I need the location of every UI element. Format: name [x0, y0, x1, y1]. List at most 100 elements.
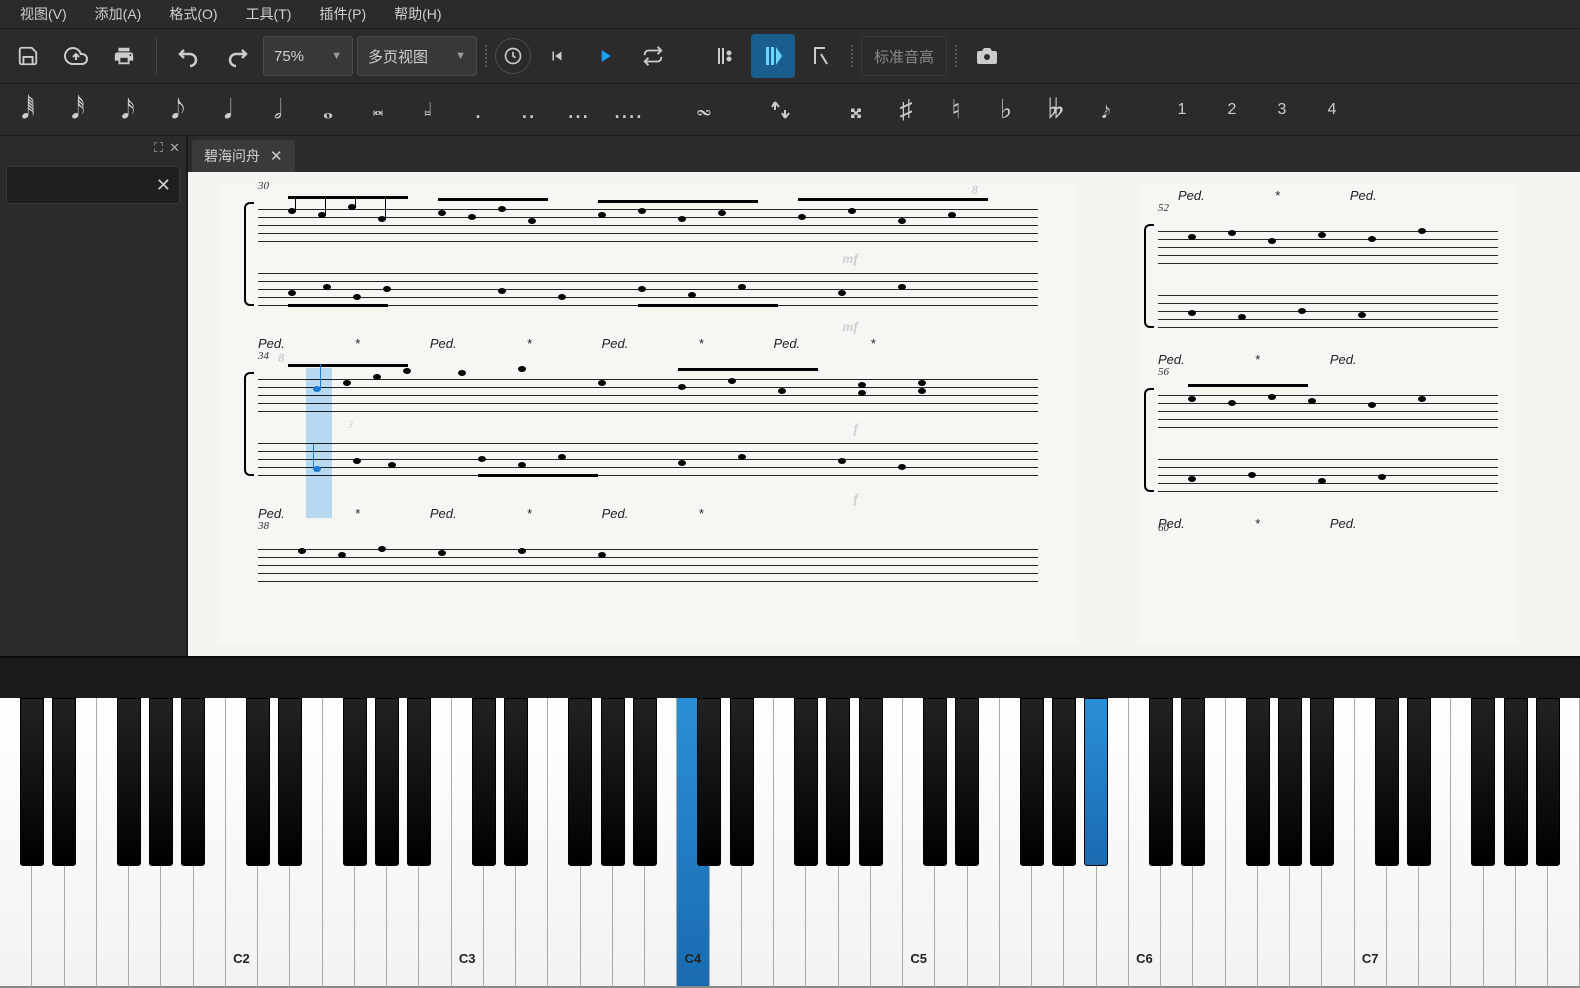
print-button[interactable]: [102, 34, 146, 78]
dynamic-mark: f: [853, 492, 858, 508]
piano-black-key[interactable]: [1536, 698, 1560, 866]
tuplet-number: 3: [348, 420, 353, 431]
view-mode-select[interactable]: 多页视图 ▼: [357, 36, 477, 76]
menu-add[interactable]: 添加(A): [81, 0, 156, 28]
piano-black-key[interactable]: [826, 698, 850, 866]
menu-bar: 视图(V) 添加(A) 格式(O) 工具(T) 插件(P) 帮助(H): [0, 0, 1580, 28]
piano-black-key[interactable]: [601, 698, 625, 866]
dot-1[interactable]: .: [456, 88, 500, 132]
piano-black-key[interactable]: [1375, 698, 1399, 866]
piano-black-key[interactable]: [1278, 698, 1302, 866]
voice-3[interactable]: 3: [1260, 88, 1304, 132]
dot-2[interactable]: ..: [506, 88, 550, 132]
piano-key-label: C3: [459, 951, 476, 966]
zoom-select[interactable]: 75% ▼: [263, 36, 353, 76]
menu-tools[interactable]: 工具(T): [232, 0, 306, 28]
menu-format[interactable]: 格式(O): [155, 0, 231, 28]
piano-black-key[interactable]: [955, 698, 979, 866]
note-16th[interactable]: 𝅘𝅥𝅯: [106, 88, 150, 132]
piano-black-key[interactable]: [472, 698, 496, 866]
note-32nd[interactable]: 𝅘𝅥𝅰: [56, 88, 100, 132]
count-in-button[interactable]: [799, 34, 843, 78]
metronome-button[interactable]: [495, 38, 531, 74]
piano-black-key[interactable]: [794, 698, 818, 866]
undo-button[interactable]: [167, 34, 211, 78]
piano-black-key[interactable]: [1504, 698, 1528, 866]
dot-3[interactable]: ...: [556, 88, 600, 132]
piano-black-key[interactable]: [1181, 698, 1205, 866]
document-tab[interactable]: 碧海问舟 ✕: [192, 140, 295, 172]
note-8th[interactable]: 𝅘𝅥𝅮: [156, 88, 200, 132]
menu-help[interactable]: 帮助(H): [380, 0, 455, 28]
note-breve[interactable]: 𝅜: [356, 88, 400, 132]
bass-stave: [1158, 452, 1498, 492]
piano-black-key[interactable]: [117, 698, 141, 866]
piano-black-key[interactable]: [504, 698, 528, 866]
piano-black-key[interactable]: [246, 698, 270, 866]
piano-black-key[interactable]: [568, 698, 592, 866]
dot-4[interactable]: ....: [606, 88, 650, 132]
piano-black-key[interactable]: [697, 698, 721, 866]
piano-black-key[interactable]: [1052, 698, 1076, 866]
play-button[interactable]: [583, 34, 627, 78]
redo-button[interactable]: [215, 34, 259, 78]
panel-expand-icon[interactable]: ⛶: [154, 140, 163, 156]
piano-black-key[interactable]: [20, 698, 44, 866]
menu-plugins[interactable]: 插件(P): [305, 0, 380, 28]
search-clear-icon[interactable]: ✕: [156, 175, 171, 196]
piano-black-key[interactable]: [923, 698, 947, 866]
double-sharp[interactable]: 𝄪: [834, 88, 878, 132]
panel-close-icon[interactable]: ✕: [169, 140, 180, 156]
concert-pitch-display[interactable]: 标准音高: [861, 36, 947, 76]
voice-1[interactable]: 1: [1160, 88, 1204, 132]
piano-black-key[interactable]: [730, 698, 754, 866]
grace-note[interactable]: 𝆔: [1084, 88, 1128, 132]
screenshot-button[interactable]: [965, 34, 1009, 78]
menu-view[interactable]: 视图(V): [6, 0, 81, 28]
flip-stem-button[interactable]: [758, 88, 802, 132]
tie-button[interactable]: 𝆗: [682, 88, 726, 132]
measure-number: 34: [258, 350, 269, 362]
piano-black-key[interactable]: [1471, 698, 1495, 866]
toolbar-grip[interactable]: [847, 36, 857, 76]
score-viewport[interactable]: 30 8: [188, 172, 1580, 656]
sharp[interactable]: ♯: [884, 88, 928, 132]
voice-2[interactable]: 2: [1210, 88, 1254, 132]
repeat-start-button[interactable]: [703, 34, 747, 78]
tab-close-icon[interactable]: ✕: [270, 147, 283, 165]
note-quarter[interactable]: 𝅘𝅥: [206, 88, 250, 132]
natural[interactable]: ♮: [934, 88, 978, 132]
toolbar-grip[interactable]: [481, 36, 491, 76]
piano-black-key[interactable]: [1246, 698, 1270, 866]
play-position-button[interactable]: [751, 34, 795, 78]
note-64th[interactable]: 𝅘𝅥𝅱: [6, 88, 50, 132]
piano-black-key[interactable]: [1149, 698, 1173, 866]
piano-black-key[interactable]: [278, 698, 302, 866]
piano-black-key[interactable]: [181, 698, 205, 866]
piano-black-key[interactable]: [859, 698, 883, 866]
piano-black-key[interactable]: [407, 698, 431, 866]
palette-search[interactable]: ✕: [6, 166, 180, 204]
voice-4[interactable]: 4: [1310, 88, 1354, 132]
main-toolbar: 75% ▼ 多页视图 ▼ 标准音高: [0, 28, 1580, 84]
cloud-button[interactable]: [54, 34, 98, 78]
piano-black-key[interactable]: [52, 698, 76, 866]
piano-black-key[interactable]: [1084, 698, 1108, 866]
rewind-button[interactable]: [535, 34, 579, 78]
toolbar-grip[interactable]: [951, 36, 961, 76]
double-flat[interactable]: 𝄫: [1034, 88, 1078, 132]
piano-black-key[interactable]: [633, 698, 657, 866]
piano-black-key[interactable]: [1310, 698, 1334, 866]
piano-black-key[interactable]: [149, 698, 173, 866]
piano-black-key[interactable]: [1020, 698, 1044, 866]
note-whole[interactable]: 𝅝: [306, 88, 350, 132]
piano-black-key[interactable]: [375, 698, 399, 866]
piano-black-key[interactable]: [343, 698, 367, 866]
loop-button[interactable]: [631, 34, 675, 78]
measure-number: 56: [1158, 366, 1169, 378]
note-longa[interactable]: 𝆷: [406, 88, 450, 132]
save-button[interactable]: [6, 34, 50, 78]
piano-black-key[interactable]: [1407, 698, 1431, 866]
note-half[interactable]: 𝅗𝅥: [256, 88, 300, 132]
flat[interactable]: ♭: [984, 88, 1028, 132]
